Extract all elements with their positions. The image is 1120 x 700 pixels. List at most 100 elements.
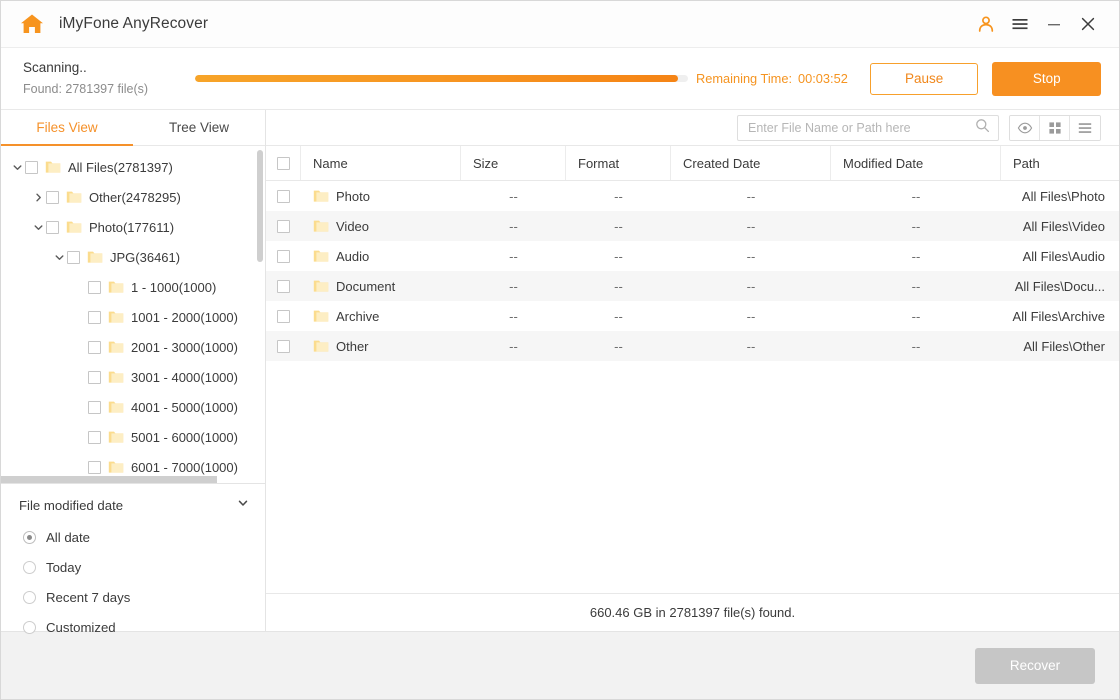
- search-icon[interactable]: [975, 118, 990, 138]
- stop-button[interactable]: Stop: [992, 62, 1101, 96]
- row-checkbox-cell[interactable]: [266, 271, 301, 301]
- row-checkbox-cell[interactable]: [266, 301, 301, 331]
- filter-option-today[interactable]: Today: [1, 552, 265, 582]
- row-checkbox[interactable]: [277, 340, 290, 353]
- column-header-created[interactable]: Created Date: [671, 146, 831, 180]
- cell-name: Other: [301, 331, 461, 361]
- folder-icon: [313, 279, 329, 293]
- tree-item[interactable]: Other(2478295): [1, 182, 265, 212]
- home-icon[interactable]: [19, 11, 45, 37]
- tree-item[interactable]: All Files(2781397): [1, 152, 265, 182]
- table-row[interactable]: Audio--------All Files\Audio: [266, 241, 1119, 271]
- folder-icon: [108, 370, 124, 384]
- column-header-name[interactable]: Name: [301, 146, 461, 180]
- cell-path: All Files\Photo: [1001, 181, 1119, 211]
- tree-item-checkbox[interactable]: [67, 251, 80, 264]
- radio-button[interactable]: [23, 591, 36, 604]
- chevron-down-icon[interactable]: [237, 496, 249, 514]
- tab-tree-view[interactable]: Tree View: [133, 110, 265, 145]
- scan-status: Scanning.. Found: 2781397 file(s): [23, 59, 195, 98]
- column-header-path[interactable]: Path: [1001, 146, 1119, 180]
- select-all-checkbox[interactable]: [277, 157, 290, 170]
- row-checkbox[interactable]: [277, 190, 290, 203]
- tree-item-checkbox[interactable]: [88, 341, 101, 354]
- file-tree[interactable]: All Files(2781397)Other(2478295)Photo(17…: [1, 146, 265, 484]
- row-checkbox-cell[interactable]: [266, 181, 301, 211]
- user-account-icon[interactable]: [969, 7, 1003, 41]
- hamburger-menu-icon[interactable]: [1003, 7, 1037, 41]
- minimize-icon[interactable]: [1037, 7, 1071, 41]
- tree-vertical-scrollbar[interactable]: [257, 150, 263, 262]
- tree-item[interactable]: 1001 - 2000(1000): [1, 302, 265, 332]
- tree-item-checkbox[interactable]: [88, 281, 101, 294]
- table-row[interactable]: Other--------All Files\Other: [266, 331, 1119, 361]
- folder-icon: [108, 340, 124, 354]
- cell-size: --: [461, 211, 566, 241]
- row-checkbox-cell[interactable]: [266, 331, 301, 361]
- column-header-format[interactable]: Format: [566, 146, 671, 180]
- table-header-row: Name Size Format Created Date Modified D…: [266, 146, 1119, 181]
- eye-preview-icon[interactable]: [1010, 116, 1040, 140]
- application-window: iMyFone AnyRecover: [0, 0, 1120, 700]
- tree-item[interactable]: 5001 - 6000(1000): [1, 422, 265, 452]
- chevron-down-icon[interactable]: [51, 252, 67, 263]
- column-header-modified[interactable]: Modified Date: [831, 146, 1001, 180]
- tree-item-label: 1 - 1000(1000): [131, 280, 216, 295]
- select-all-header[interactable]: [266, 146, 301, 180]
- folder-icon: [87, 250, 103, 264]
- radio-button[interactable]: [23, 621, 36, 634]
- column-header-size[interactable]: Size: [461, 146, 566, 180]
- cell-path: All Files\Audio: [1001, 241, 1119, 271]
- row-checkbox[interactable]: [277, 220, 290, 233]
- tree-item[interactable]: 3001 - 4000(1000): [1, 362, 265, 392]
- tree-item[interactable]: 4001 - 5000(1000): [1, 392, 265, 422]
- folder-icon: [66, 220, 82, 234]
- tree-item-checkbox[interactable]: [25, 161, 38, 174]
- row-checkbox[interactable]: [277, 310, 290, 323]
- search-box[interactable]: [737, 115, 999, 141]
- tree-item-checkbox[interactable]: [88, 371, 101, 384]
- pause-button[interactable]: Pause: [870, 63, 979, 95]
- folder-icon: [313, 189, 329, 203]
- tree-item[interactable]: 2001 - 3000(1000): [1, 332, 265, 362]
- filter-option-label: Customized: [46, 620, 116, 635]
- table-row[interactable]: Archive--------All Files\Archive: [266, 301, 1119, 331]
- main-body: Files View Tree View All Files(2781397)O…: [1, 110, 1119, 631]
- filter-option-label: Today: [46, 560, 81, 575]
- radio-button[interactable]: [23, 561, 36, 574]
- tree-horizontal-scrollbar[interactable]: [1, 476, 217, 483]
- filter-option-all-date[interactable]: All date: [1, 522, 265, 552]
- close-icon[interactable]: [1071, 7, 1105, 41]
- filter-option-customized[interactable]: Customized: [1, 612, 265, 642]
- row-checkbox[interactable]: [277, 280, 290, 293]
- tree-item-checkbox[interactable]: [88, 431, 101, 444]
- row-checkbox-cell[interactable]: [266, 241, 301, 271]
- chevron-down-icon[interactable]: [30, 222, 46, 233]
- filter-header[interactable]: File modified date: [1, 488, 265, 522]
- filter-option-recent-7-days[interactable]: Recent 7 days: [1, 582, 265, 612]
- chevron-down-icon[interactable]: [9, 162, 25, 173]
- tree-item-checkbox[interactable]: [46, 221, 59, 234]
- tree-item[interactable]: JPG(36461): [1, 242, 265, 272]
- tree-item-checkbox[interactable]: [88, 461, 101, 474]
- list-view-icon[interactable]: [1070, 116, 1100, 140]
- folder-icon: [108, 400, 124, 414]
- folder-icon: [108, 310, 124, 324]
- table-row[interactable]: Document--------All Files\Docu...: [266, 271, 1119, 301]
- tab-files-view[interactable]: Files View: [1, 110, 133, 145]
- row-checkbox-cell[interactable]: [266, 211, 301, 241]
- tree-item[interactable]: 1 - 1000(1000): [1, 272, 265, 302]
- tree-item-checkbox[interactable]: [88, 401, 101, 414]
- grid-view-icon[interactable]: [1040, 116, 1070, 140]
- chevron-right-icon[interactable]: [30, 192, 46, 203]
- tree-item-checkbox[interactable]: [88, 311, 101, 324]
- table-row[interactable]: Photo--------All Files\Photo: [266, 181, 1119, 211]
- results-summary: 660.46 GB in 2781397 file(s) found.: [266, 593, 1119, 631]
- table-row[interactable]: Video--------All Files\Video: [266, 211, 1119, 241]
- tree-item[interactable]: Photo(177611): [1, 212, 265, 242]
- row-checkbox[interactable]: [277, 250, 290, 263]
- radio-button[interactable]: [23, 531, 36, 544]
- recover-button[interactable]: Recover: [975, 648, 1095, 684]
- search-input[interactable]: [748, 121, 975, 135]
- tree-item-checkbox[interactable]: [46, 191, 59, 204]
